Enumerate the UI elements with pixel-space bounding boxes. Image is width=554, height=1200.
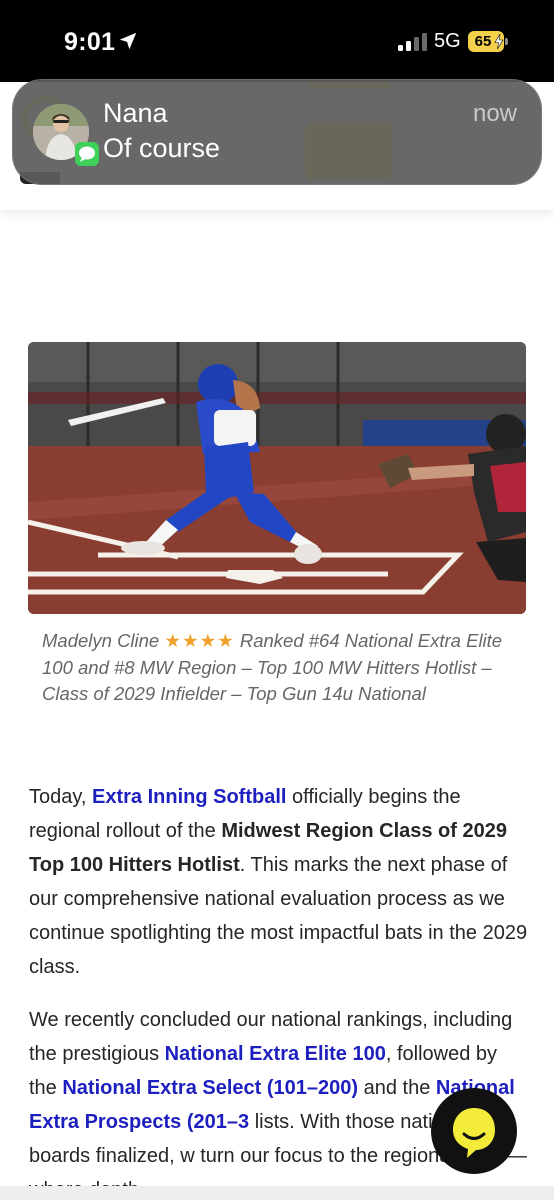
chat-button[interactable] <box>431 1088 517 1174</box>
link-national-extra-select[interactable]: National Extra Select (101–200) <box>62 1077 358 1099</box>
notification-message: Of course <box>103 133 221 163</box>
article-paragraph-1: Today, Extra Inning Softball officially … <box>29 780 529 984</box>
charging-bolt-icon <box>494 34 504 49</box>
chat-bubble-icon <box>453 1108 495 1158</box>
paragraph-text: and the <box>358 1077 436 1099</box>
battery-tip <box>505 38 508 45</box>
link-national-extra-elite-100[interactable]: National Extra Elite 100 <box>165 1043 386 1065</box>
bottom-toolbar <box>0 1186 554 1200</box>
rating-stars-icon: ★★★★ <box>164 630 235 651</box>
cellular-signal-icon <box>398 33 427 51</box>
link-extra-inning-softball[interactable]: Extra Inning Softball <box>92 786 286 808</box>
photo-caption: Madelyn Cline ★★★★ Ranked #64 National E… <box>42 628 512 708</box>
status-time: 9:01 <box>64 28 116 56</box>
caption-name: Madelyn Cline <box>42 630 160 651</box>
network-type: 5G <box>434 30 461 52</box>
notification-time: now <box>472 100 517 127</box>
notification-sender: Nana <box>103 98 168 128</box>
message-notification[interactable]: Nana Of course now <box>12 79 542 185</box>
battery-icon: 65 <box>468 31 508 52</box>
paragraph-text: Today, <box>29 786 92 808</box>
location-arrow-icon <box>119 32 137 50</box>
softball-batter-photo <box>28 342 526 614</box>
article-photo <box>28 342 526 614</box>
status-bar: 9:01 5G 65 <box>0 0 554 82</box>
messages-app-icon <box>75 142 99 166</box>
